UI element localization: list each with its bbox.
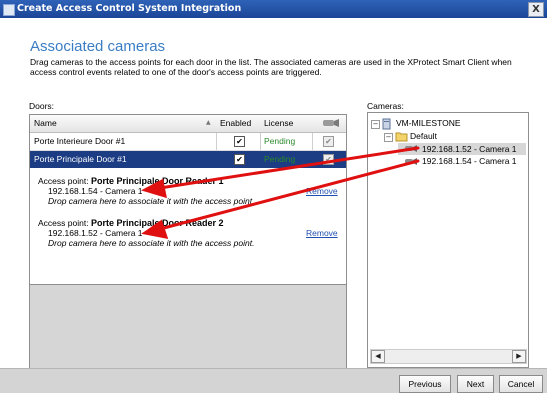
title-bar: Create Access Control System Integration… [0,0,547,18]
camera-icon [404,157,418,169]
camera-column-icon [322,118,340,128]
license-status: Pending [264,136,296,146]
scroll-right-icon[interactable]: ▶ [512,350,526,363]
camera-icon [404,144,418,156]
horizontal-scrollbar[interactable]: ◀ ▶ [370,349,527,364]
door-name: Porte Principale Door #1 [34,154,127,164]
column-name[interactable]: Name [34,118,57,128]
column-license[interactable]: License [264,118,293,128]
cameras-tree: − VM-MILESTONE − Default 192.168.1.52 - … [367,112,529,368]
cameras-label: Cameras: [367,101,404,111]
page-title: Associated cameras [30,38,166,55]
page-description: Drag cameras to the access points for ea… [30,57,512,77]
access-point-prefix: Access point: [38,176,89,186]
cancel-button[interactable]: Cancel [499,375,543,393]
next-button[interactable]: Next [457,375,494,393]
camera-checkbox: ✔ [323,136,334,147]
enabled-checkbox[interactable]: ✔ [234,136,245,147]
access-point-name: Porte Principale Door Reader 1 [90,176,224,186]
previous-button[interactable]: Previous [399,375,451,393]
tree-server[interactable]: VM-MILESTONE [396,118,461,129]
collapse-icon[interactable]: − [371,120,380,129]
remove-link[interactable]: Remove [306,228,338,238]
access-point-2[interactable]: Access point: Porte Principale Door Read… [38,218,254,248]
tree-camera[interactable]: 192.168.1.54 - Camera 1 [422,156,517,167]
access-point-name: Porte Principale Door Reader 2 [90,218,224,228]
access-point-1[interactable]: Access point: Porte Principale Door Read… [38,176,254,206]
enabled-checkbox[interactable]: ✔ [234,154,245,165]
app-icon [3,4,15,16]
server-icon [382,118,392,133]
tree-group[interactable]: Default [410,131,437,142]
tree-camera[interactable]: 192.168.1.52 - Camera 1 [422,144,517,155]
close-button[interactable]: X [528,2,544,17]
scroll-left-icon[interactable]: ◀ [371,350,385,363]
doors-label: Doors: [29,101,55,111]
associated-camera: 192.168.1.54 - Camera 1 [48,186,143,196]
access-points-panel: Access point: Porte Principale Door Read… [30,168,346,285]
drop-hint: Drop camera here to associate it with th… [48,238,255,248]
drop-hint: Drop camera here to associate it with th… [48,196,255,206]
collapse-icon[interactable]: − [384,133,393,142]
window-title: Create Access Control System Integration [17,3,242,14]
door-row[interactable]: Porte Interieure Door #1 ✔ Pending ✔ [30,133,346,151]
access-point-prefix: Access point: [38,218,89,228]
doors-list: Name ▲ Enabled License Porte Interieure … [29,114,347,370]
doors-header: Name ▲ Enabled License [30,115,346,133]
door-row-selected[interactable]: Porte Principale Door #1 ✔ Pending ✔ [30,151,346,168]
column-enabled[interactable]: Enabled [220,118,251,128]
sort-ascending-icon: ▲ [206,119,211,126]
footer-bar: Previous Next Cancel [0,368,547,393]
door-name: Porte Interieure Door #1 [34,136,126,146]
associated-camera: 192.168.1.52 - Camera 1 [48,228,143,238]
remove-link[interactable]: Remove [306,186,338,196]
camera-checkbox: ✔ [323,154,334,165]
license-status: Pending [264,154,296,164]
